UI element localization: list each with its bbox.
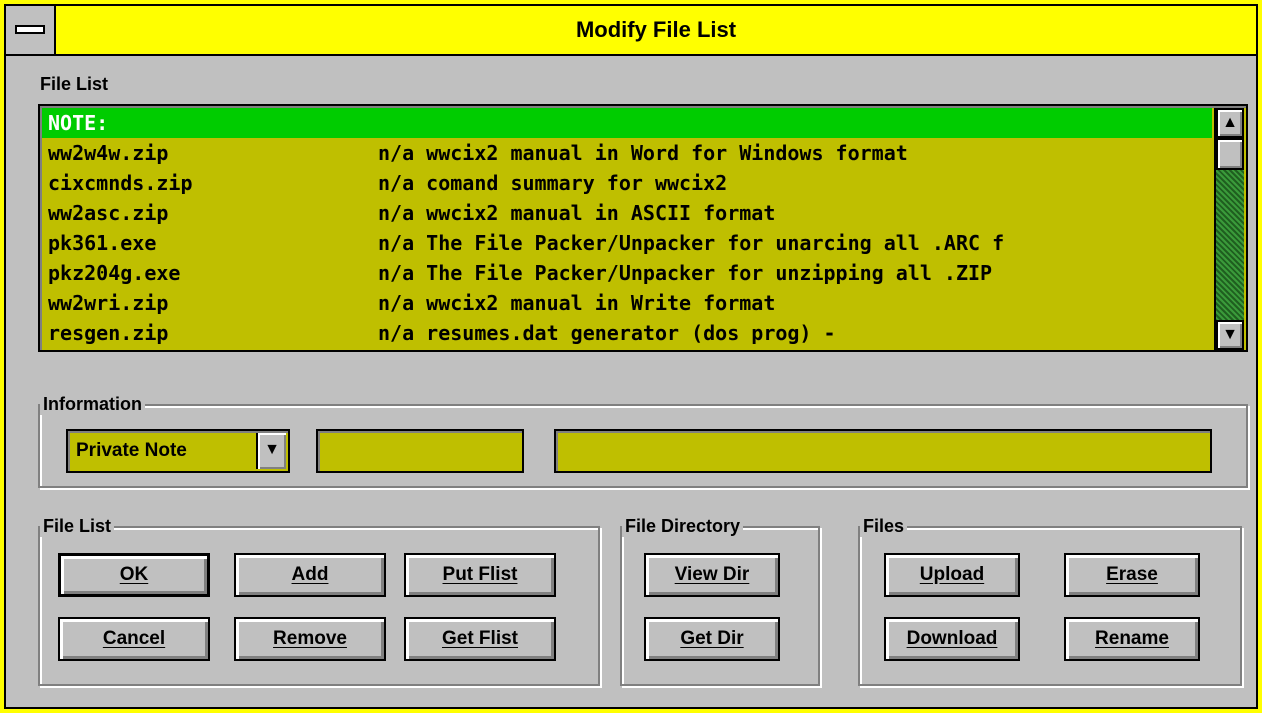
file-list-group: File List: [38, 515, 600, 686]
list-item[interactable]: ww2w4w.zip n/a wwcix2 manual in Word for …: [42, 138, 1212, 168]
get-dir-button[interactable]: Get Dir: [644, 617, 780, 661]
download-button[interactable]: Download: [884, 617, 1020, 661]
file-directory-label: File Directory: [622, 515, 744, 537]
add-button[interactable]: Add: [234, 553, 386, 597]
view-dir-button[interactable]: View Dir: [644, 553, 780, 597]
file-description: n/a resumes.dat generator (dos prog) -: [378, 321, 836, 345]
list-item[interactable]: cixcmnds.zip n/a comand summary for wwcix…: [42, 168, 1212, 198]
file-name: pk361.exe: [48, 231, 157, 255]
info-type-select[interactable]: Private Note ▼: [66, 429, 290, 473]
ok-button[interactable]: OK: [58, 553, 210, 597]
window-title: Modify File List: [575, 17, 737, 42]
file-name: ww2asc.zip: [48, 201, 169, 225]
vertical-scrollbar[interactable]: ▲ ▼: [1214, 108, 1244, 350]
file-name: NOTE:: [48, 111, 109, 135]
file-name: cixcmnds.zip: [48, 171, 193, 195]
file-description: n/a wwcix2 manual in ASCII format: [378, 201, 776, 225]
down-arrow-icon[interactable]: ▼: [1216, 320, 1244, 350]
up-arrow-icon[interactable]: ▲: [1216, 108, 1244, 138]
modify-file-list-window: Modify File List File List NOTE: ww2w4w.z…: [4, 4, 1258, 709]
list-item[interactable]: resgen.zip n/a resumes.dat generator (dos…: [42, 318, 1212, 348]
remove-button[interactable]: Remove: [234, 617, 386, 661]
put-flist-button[interactable]: Put Flist: [404, 553, 556, 597]
info-field-2[interactable]: [554, 429, 1212, 473]
file-description: n/a comand summary for wwcix2: [378, 171, 728, 195]
file-name: pkz204g.exe: [48, 261, 181, 285]
file-directory-group: File Directory: [620, 515, 820, 686]
list-item[interactable]: NOTE:: [42, 108, 1212, 138]
rename-button[interactable]: Rename: [1064, 617, 1200, 661]
cancel-button[interactable]: Cancel: [58, 617, 210, 661]
info-field-1[interactable]: [316, 429, 524, 473]
file-list-box[interactable]: NOTE: ww2w4w.zip n/a wwcix2 manual in Word…: [38, 104, 1248, 352]
info-type-value: Private Note: [76, 440, 187, 461]
file-list-group-label: File List: [40, 515, 115, 537]
file-list-rows: NOTE: ww2w4w.zip n/a wwcix2 manual in Word…: [42, 108, 1212, 348]
list-item[interactable]: pkz204g.exe n/a The File Packer/Unpacker …: [42, 258, 1212, 288]
erase-button[interactable]: Erase: [1064, 553, 1200, 597]
list-item[interactable]: pk361.exe n/a The File Packer/Unpacker fo…: [42, 228, 1212, 258]
system-menu-icon: [15, 25, 45, 34]
files-group: Files: [858, 515, 1242, 686]
file-description: n/a The File Packer/Unpacker for unarcin…: [378, 231, 1005, 255]
file-name: ww2wri.zip: [48, 291, 169, 315]
file-description: n/a wwcix2 manual in Write format: [378, 291, 776, 315]
title-bar: Modify File List: [6, 6, 1256, 56]
dropdown-arrow-icon[interactable]: ▼: [256, 433, 286, 469]
file-list-label: File List: [40, 74, 109, 94]
system-menu-button[interactable]: [6, 6, 56, 54]
list-item[interactable]: ww2asc.zip n/a wwcix2 manual in ASCII for…: [42, 198, 1212, 228]
get-flist-button[interactable]: Get Flist: [404, 617, 556, 661]
information-label: Information: [40, 393, 145, 415]
file-description: n/a wwcix2 manual in Word for Windows fo…: [378, 141, 908, 165]
files-label: Files: [860, 515, 908, 537]
file-name: ww2w4w.zip: [48, 141, 169, 165]
file-description: n/a The File Packer/Unpacker for unzippi…: [378, 261, 993, 285]
upload-button[interactable]: Upload: [884, 553, 1020, 597]
list-item[interactable]: ww2wri.zip n/a wwcix2 manual in Write for…: [42, 288, 1212, 318]
scroll-thumb[interactable]: [1216, 138, 1244, 170]
file-name: resgen.zip: [48, 321, 169, 345]
